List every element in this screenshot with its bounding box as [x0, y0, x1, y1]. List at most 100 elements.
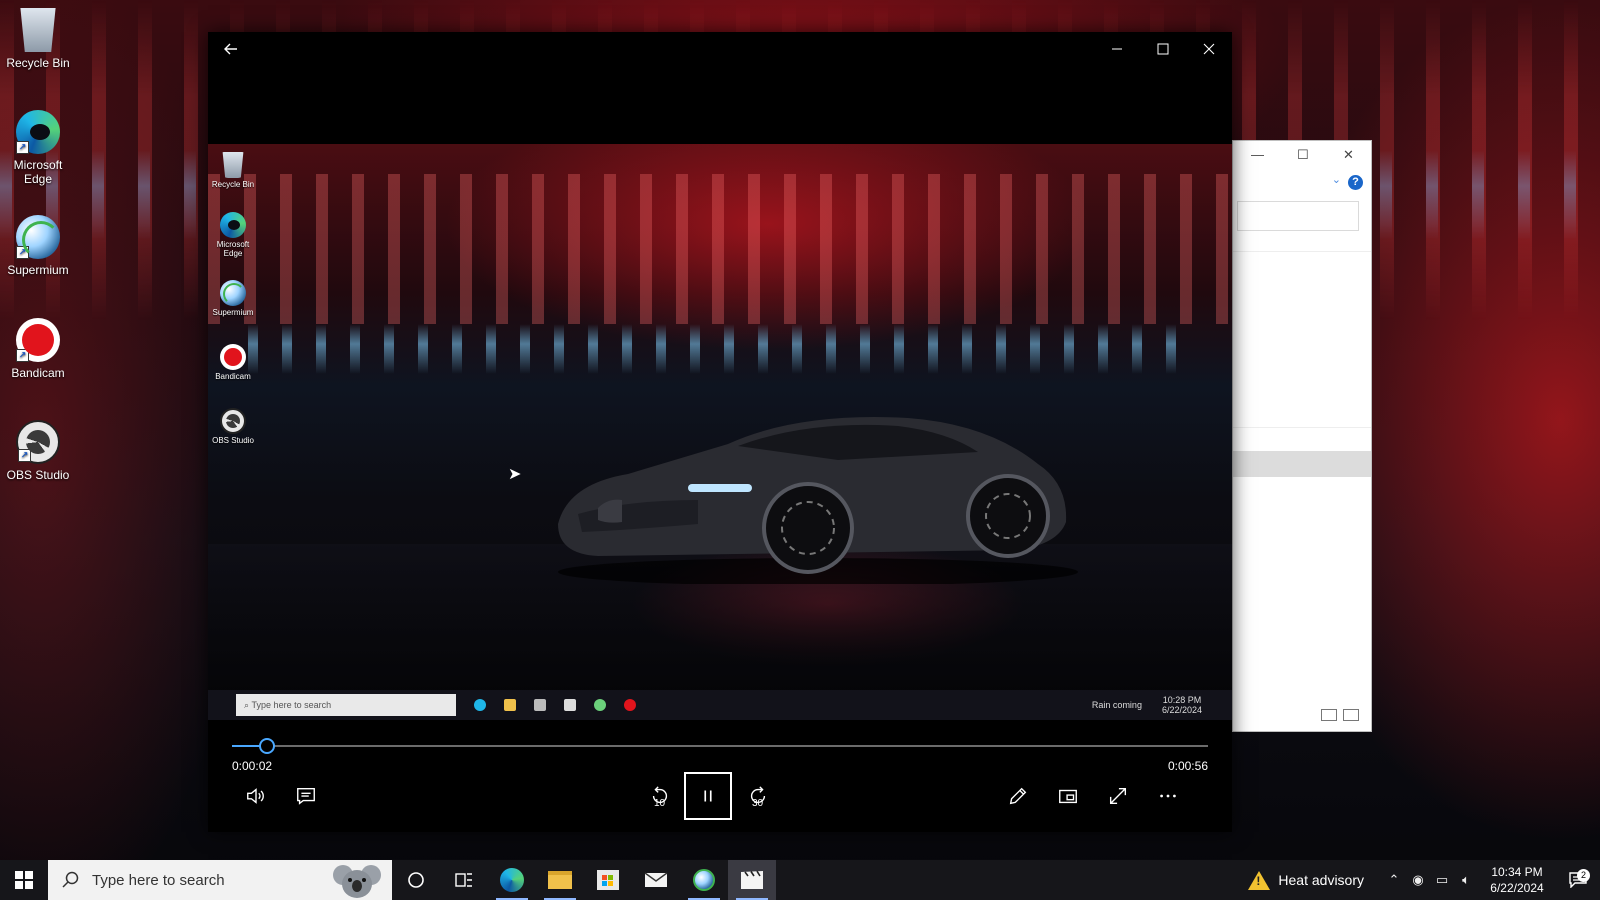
- skip-back-button[interactable]: 10: [636, 772, 684, 820]
- recycle-bin-icon: [20, 8, 56, 52]
- start-button[interactable]: [0, 860, 48, 900]
- notification-count-badge: 2: [1577, 869, 1590, 882]
- clock[interactable]: 10:34 PM 6/22/2024: [1478, 864, 1556, 896]
- video-desktop-icon: Bandicam: [208, 344, 258, 381]
- skip-forward-seconds: 30: [752, 798, 764, 809]
- taskbar-microsoft-store[interactable]: [584, 860, 632, 900]
- taskbar-file-explorer[interactable]: [536, 860, 584, 900]
- shortcut-arrow-icon: ↗: [16, 141, 29, 154]
- seek-track[interactable]: [232, 745, 1208, 747]
- file-explorer-icon: [548, 871, 572, 889]
- warning-icon: [1248, 870, 1271, 890]
- desktop-icon-label: Microsoft Edge: [13, 158, 63, 186]
- subtitles-button[interactable]: [282, 772, 330, 820]
- volume-muted-icon[interactable]: 🔈︎: [1454, 872, 1478, 888]
- desktop-icon-recycle-bin[interactable]: Recycle Bin: [2, 8, 74, 70]
- maximize-button[interactable]: [1140, 32, 1186, 66]
- supermium-icon: [594, 699, 606, 711]
- video-desktop-icon-label: Microsoft Edge: [216, 240, 250, 258]
- shortcut-arrow-icon: ↗: [16, 246, 29, 259]
- network-icon[interactable]: ▭: [1430, 872, 1454, 888]
- seek-thumb[interactable]: [259, 738, 276, 754]
- desktop-icon-obs-studio[interactable]: ↗ OBS Studio: [2, 420, 74, 482]
- taskbar-supermium[interactable]: [680, 860, 728, 900]
- details-view-icon[interactable]: [1321, 709, 1337, 721]
- file-explorer-icon: [504, 699, 516, 711]
- total-time: 0:00:56: [1167, 759, 1208, 773]
- video-search-box: ⌕ Type here to search: [236, 694, 456, 716]
- close-button[interactable]: [1186, 32, 1232, 66]
- back-button[interactable]: [208, 32, 254, 66]
- minimize-button[interactable]: [1094, 32, 1140, 66]
- volume-icon: [247, 788, 264, 804]
- movies-and-tv-icon: [741, 870, 763, 889]
- minimize-icon: [1112, 48, 1122, 50]
- title-bar[interactable]: [208, 32, 1232, 66]
- help-icon[interactable]: ?: [1348, 175, 1363, 190]
- close-icon: [1203, 43, 1215, 55]
- mail-icon: [564, 699, 576, 711]
- more-options-button[interactable]: [1144, 772, 1192, 820]
- weather-widget[interactable]: Heat advisory: [1248, 870, 1364, 890]
- dialog-minimize-icon[interactable]: —: [1251, 147, 1264, 162]
- maximize-icon: [1157, 43, 1169, 55]
- cortana-button[interactable]: [392, 860, 440, 900]
- video-taskbar: ⌕ Type here to search Rain coming 10:28 …: [208, 690, 1232, 720]
- taskbar-mail[interactable]: [632, 860, 680, 900]
- taskbar: Type here to search Heat advisory ⌃: [0, 860, 1600, 900]
- video-desktop-icon: Recycle Bin: [208, 152, 258, 189]
- video-desktop-icon-label: Bandicam: [215, 372, 251, 381]
- taskbar-movies-and-tv[interactable]: [728, 860, 776, 900]
- dialog-maximize-icon[interactable]: ☐: [1297, 147, 1309, 163]
- video-frame[interactable]: Recycle Bin Microsoft Edge Supermium Ban…: [208, 144, 1232, 720]
- recycle-bin-icon: [222, 152, 244, 178]
- media-player-window[interactable]: Recycle Bin Microsoft Edge Supermium Ban…: [208, 32, 1232, 832]
- bandicam-icon: [220, 344, 246, 370]
- desktop-icon-microsoft-edge[interactable]: ↗ Microsoft Edge: [2, 110, 74, 186]
- current-time: 0:00:02: [232, 759, 273, 773]
- pencil-icon: [1009, 787, 1027, 805]
- system-tray: Heat advisory ⌃ ◉ ▭ 🔈︎ 10:34 PM 6/22/202…: [1248, 860, 1600, 900]
- obs-studio-icon: [220, 408, 246, 434]
- pause-icon: [704, 790, 712, 802]
- video-desktop-icon: Microsoft Edge: [208, 212, 258, 258]
- desktop-icon-label: Bandicam: [11, 366, 65, 380]
- weather-text: Heat advisory: [1278, 872, 1364, 888]
- search-placeholder: Type here to search: [92, 871, 225, 889]
- fullscreen-icon: [1109, 787, 1127, 805]
- large-icons-view-icon[interactable]: [1343, 709, 1359, 721]
- clock-time: 10:34 PM: [1491, 865, 1543, 879]
- volume-button[interactable]: [232, 772, 280, 820]
- supermium-icon: [693, 869, 715, 891]
- subtitles-icon: [297, 787, 315, 805]
- task-view-button[interactable]: [440, 860, 488, 900]
- taskbar-search-box[interactable]: Type here to search: [48, 860, 392, 900]
- dialog-input-field[interactable]: [1237, 201, 1359, 231]
- webcam-icon[interactable]: ◉: [1406, 872, 1430, 888]
- taskbar-edge[interactable]: [488, 860, 536, 900]
- chevron-up-icon[interactable]: ⌃: [1382, 872, 1406, 888]
- selected-list-row[interactable]: [1233, 451, 1371, 477]
- video-desktop-icon-label: Recycle Bin: [211, 180, 255, 189]
- shortcut-arrow-icon: ↗: [18, 449, 31, 462]
- skip-back-seconds: 10: [654, 798, 666, 809]
- chevron-down-icon[interactable]: ⌄: [1332, 173, 1341, 186]
- shortcut-arrow-icon: ↗: [16, 349, 29, 362]
- fullscreen-button[interactable]: [1094, 772, 1142, 820]
- skip-forward-button[interactable]: 30: [734, 772, 782, 820]
- task-view-icon: [455, 873, 472, 887]
- background-dialog-window[interactable]: — ☐ ✕ ⌄ ?: [1232, 140, 1372, 732]
- seek-bar[interactable]: [232, 738, 1208, 754]
- desktop-icon-bandicam[interactable]: ↗ Bandicam: [2, 318, 74, 380]
- desktop-icon-supermium[interactable]: ↗ Supermium: [2, 215, 74, 277]
- bandicam-icon: [624, 699, 636, 711]
- supermium-icon: ↗: [16, 215, 60, 259]
- edit-button[interactable]: [994, 772, 1042, 820]
- pause-button[interactable]: [684, 772, 732, 820]
- divider: [1233, 251, 1371, 252]
- dialog-close-icon[interactable]: ✕: [1343, 147, 1354, 163]
- desktop-icon-label: Recycle Bin: [6, 56, 70, 70]
- mini-view-button[interactable]: [1044, 772, 1092, 820]
- notifications-button[interactable]: 2: [1556, 869, 1600, 888]
- video-desktop-icon-label: OBS Studio: [212, 436, 254, 445]
